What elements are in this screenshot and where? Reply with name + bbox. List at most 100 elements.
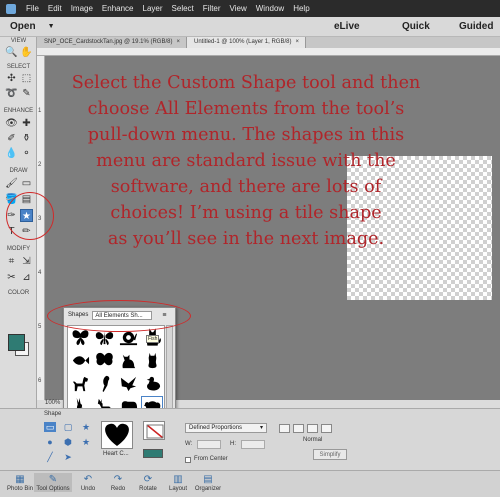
line-shape-icon[interactable]: ╱	[44, 452, 56, 462]
sponge-tool-icon[interactable]: ⚬	[20, 147, 33, 160]
star-shape-icon[interactable]: ★	[80, 422, 92, 432]
section-select: SELECT	[6, 64, 31, 70]
menu-enhance[interactable]: Enhance	[102, 4, 134, 13]
section-draw: DRAW	[9, 168, 28, 174]
annotation-line: choices! I’m using a tile shape	[110, 203, 382, 223]
clone-stamp-tool-icon[interactable]: ⚱	[20, 132, 33, 145]
lasso-tool-icon[interactable]: ➰	[5, 87, 18, 100]
from-center-label: From Center	[194, 456, 228, 462]
move-tool-icon[interactable]: ✣	[5, 72, 18, 85]
cat-icon	[122, 354, 135, 369]
blur-tool-icon[interactable]: 💧	[5, 147, 18, 160]
highlight-circle-shape-set-menu	[47, 300, 191, 332]
annotation-line: menu are standard issue with the	[96, 151, 396, 171]
section-color: COLOR	[7, 290, 30, 296]
ruler-mark: 5	[38, 324, 42, 330]
photo-bin-button[interactable]: ▦ Photo Bin	[2, 473, 38, 492]
shape-dog[interactable]	[68, 372, 92, 395]
shape-cat-3[interactable]	[140, 349, 164, 372]
tab-document-untitled-label: Untitled-1 @ 100% (Layer 1, RGB/8)	[194, 39, 292, 45]
redo-label: Redo	[110, 486, 126, 492]
intersect-shape-mode-icon[interactable]	[321, 424, 332, 433]
menu-edit[interactable]: Edit	[48, 4, 62, 13]
rounded-rectangle-shape-icon[interactable]: ▢	[62, 422, 74, 432]
marquee-tool-icon[interactable]: ⬚	[20, 72, 33, 85]
section-view: VIEW	[10, 38, 27, 44]
organizer-label: Organizer	[194, 486, 222, 492]
photo-bin-label: Photo Bin	[6, 486, 34, 492]
tab-quick[interactable]: Quick	[402, 21, 430, 32]
brush-tool-icon[interactable]: 🖌	[5, 177, 18, 190]
annotation-line: choose All Elements from the tool’s	[87, 99, 405, 119]
shape-fish[interactable]	[68, 349, 92, 372]
width-field[interactable]	[197, 440, 221, 449]
tab-document-cardstock[interactable]: SNP_OCE_CardstockTan.jpg @ 19.1% (RGB/8)…	[37, 37, 187, 48]
bottom-taskbar: ▦ Photo Bin ✎ Tool Options ↶ Undo ↷ Redo ⟳ Ro…	[0, 470, 500, 497]
subtract-shape-mode-icon[interactable]	[307, 424, 318, 433]
tab-elive[interactable]: eLive	[334, 21, 360, 32]
tab-document-untitled[interactable]: Untitled-1 @ 100% (Layer 1, RGB/8) ×	[187, 37, 306, 48]
content-aware-move-tool-icon[interactable]: ✂	[5, 271, 18, 284]
zoom-tool-icon[interactable]: 🔍	[5, 46, 18, 59]
mode-label: Normal	[303, 437, 323, 443]
straighten-tool-icon[interactable]: ⊿	[20, 271, 33, 284]
close-icon[interactable]: ×	[295, 39, 299, 45]
tool-options-bar: Shape ▭ ▢ ★ ● ⬢ ★ ╱ ➤ Heart C... Defined…	[0, 408, 500, 470]
shape-duck[interactable]	[140, 372, 164, 395]
from-center-checkbox[interactable]	[185, 457, 191, 463]
new-shape-mode-icon[interactable]	[279, 424, 290, 433]
ellipse-shape-icon[interactable]: ●	[44, 437, 56, 447]
menu-window[interactable]: Window	[256, 4, 284, 13]
add-shape-mode-icon[interactable]	[293, 424, 304, 433]
tab-guided[interactable]: Guided	[459, 21, 493, 32]
height-label: H:	[230, 441, 236, 447]
simplify-button[interactable]: Simplify	[313, 449, 347, 460]
menu-layer[interactable]: Layer	[143, 4, 163, 13]
crop-tool-icon[interactable]: ⌗	[5, 255, 18, 268]
rectangle-shape-icon[interactable]: ▭	[44, 422, 56, 432]
open-label: Open	[10, 21, 36, 32]
annotation-line: as you’ll see in the next image.	[107, 229, 385, 249]
menu-file[interactable]: File	[26, 4, 39, 13]
menu-filter[interactable]: Filter	[203, 4, 221, 13]
shape-butterfly-3[interactable]	[92, 349, 116, 372]
organizer-button[interactable]: ▤ Organizer	[190, 473, 226, 492]
shape-color-swatch[interactable]	[143, 449, 163, 458]
layout-label: Layout	[168, 486, 187, 492]
shape-cat-2[interactable]	[116, 349, 140, 372]
custom-star-shape-icon[interactable]: ★	[80, 437, 92, 447]
proportions-dropdown[interactable]: Defined Proportions ▾	[185, 423, 267, 433]
tool-options-label: Tool Options	[36, 486, 70, 492]
ruler-mark: 1	[38, 108, 42, 114]
quick-select-tool-icon[interactable]: ✎	[20, 87, 33, 100]
no-style-swatch[interactable]	[143, 421, 165, 440]
shape-grid-scrollbar[interactable]	[166, 325, 173, 419]
shape-selection-icon[interactable]: ➤	[62, 452, 74, 462]
tool-options-button[interactable]: ✎ Tool Options	[34, 473, 72, 492]
undo-label: Undo	[80, 486, 96, 492]
selected-shape-preview[interactable]	[101, 421, 133, 449]
open-button[interactable]: Open ▼	[0, 21, 60, 32]
menu-select[interactable]: Select	[172, 4, 194, 13]
spot-healing-tool-icon[interactable]: ✚	[20, 117, 33, 130]
recompose-tool-icon[interactable]: ⇲	[20, 255, 33, 268]
hand-tool-icon[interactable]: ✋	[20, 46, 33, 59]
ruler-mark: 2	[38, 162, 42, 168]
annotation-line: pull-down menu. The shapes in this	[87, 125, 405, 145]
chevron-down-icon: ▼	[47, 23, 55, 30]
menu-view[interactable]: View	[230, 4, 247, 13]
menu-help[interactable]: Help	[293, 4, 309, 13]
close-icon[interactable]: ×	[176, 39, 180, 45]
butterfly-icon	[72, 330, 88, 346]
butterfly-icon	[95, 352, 113, 366]
shape-bird-1[interactable]	[116, 372, 140, 395]
horizontal-ruler	[37, 48, 500, 56]
height-field[interactable]	[241, 440, 265, 449]
eraser-tool-icon[interactable]: ▭	[20, 177, 33, 190]
menu-image[interactable]: Image	[71, 4, 93, 13]
polygon-shape-icon[interactable]: ⬢	[62, 437, 74, 447]
red-eye-tool-icon[interactable]: 👁	[5, 117, 18, 130]
shape-parrot[interactable]	[92, 372, 116, 395]
foreground-color-swatch[interactable]	[8, 334, 25, 351]
smart-brush-tool-icon[interactable]: ✐	[5, 132, 18, 145]
